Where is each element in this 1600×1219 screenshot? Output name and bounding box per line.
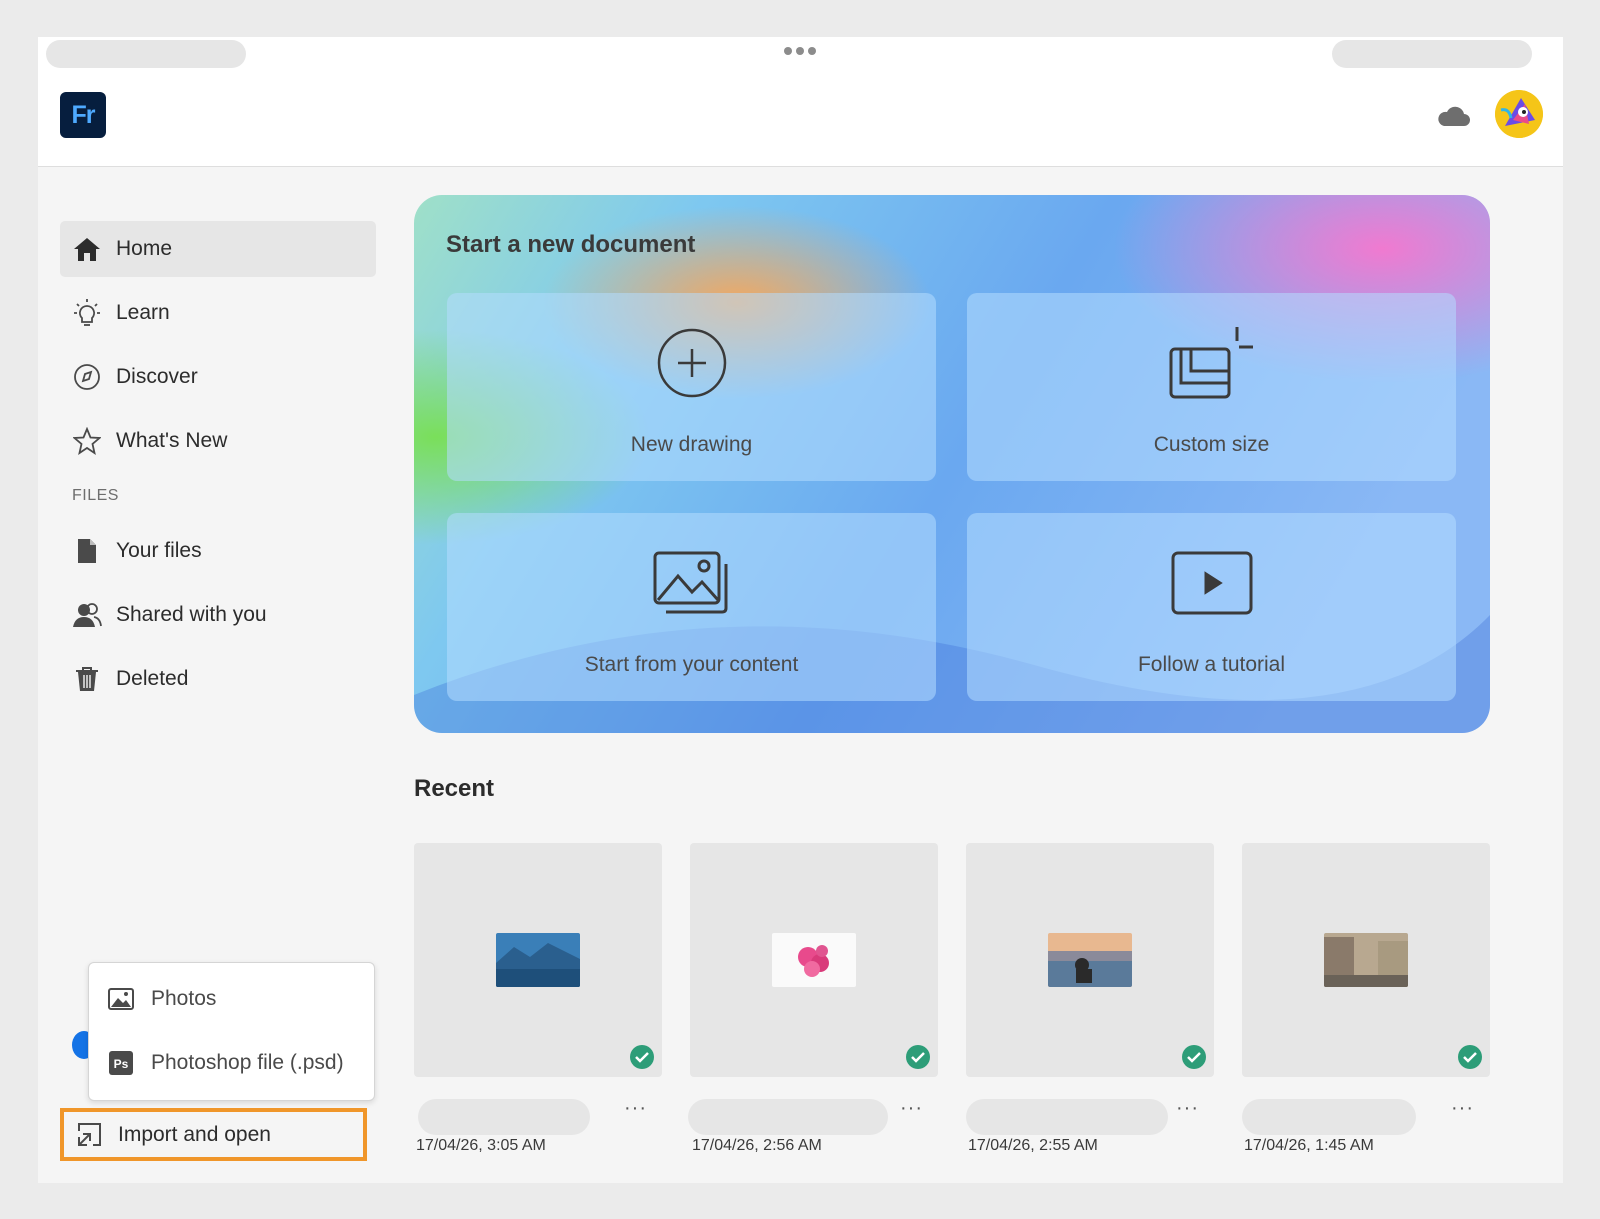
app-window: Fr Home Learn Discover What's New FILES … bbox=[38, 37, 1563, 1183]
start-new-document-panel: Start a new document New drawing Custom … bbox=[414, 195, 1490, 733]
image-stack-icon bbox=[647, 543, 737, 623]
import-and-open-button[interactable]: Import and open bbox=[60, 1108, 367, 1161]
menu-item-psd[interactable]: Ps Photoshop file (.psd) bbox=[107, 1049, 344, 1077]
menu-item-photos[interactable]: Photos bbox=[107, 985, 216, 1013]
compass-icon bbox=[72, 362, 102, 392]
file-name-placeholder bbox=[1242, 1099, 1416, 1135]
svg-text:Ps: Ps bbox=[114, 1057, 129, 1071]
status-pill-right bbox=[1332, 40, 1532, 68]
status-bar bbox=[38, 37, 1563, 73]
synced-check-icon bbox=[630, 1045, 654, 1069]
more-options-button[interactable]: ··· bbox=[1176, 1097, 1199, 1120]
users-icon bbox=[72, 600, 102, 630]
multitask-dots[interactable] bbox=[784, 47, 816, 55]
sidebar-item-your-files[interactable]: Your files bbox=[60, 523, 376, 579]
sidebar-item-label: Home bbox=[116, 237, 173, 260]
photoshop-icon: Ps bbox=[107, 1049, 135, 1077]
card-label: Start from your content bbox=[584, 653, 799, 676]
hero-title: Start a new document bbox=[446, 231, 696, 258]
status-pill-left bbox=[46, 40, 246, 68]
file-thumbnail bbox=[1048, 933, 1132, 987]
trash-icon bbox=[72, 664, 102, 694]
home-icon bbox=[72, 234, 102, 264]
recent-file-card[interactable] bbox=[1242, 843, 1490, 1077]
file-name-placeholder bbox=[418, 1099, 590, 1135]
sidebar-item-label: Learn bbox=[116, 301, 170, 324]
sidebar-item-label: Shared with you bbox=[116, 603, 267, 626]
synced-check-icon bbox=[1458, 1045, 1482, 1069]
sidebar-item-label: Your files bbox=[116, 539, 202, 562]
sidebar-item-shared[interactable]: Shared with you bbox=[60, 587, 376, 643]
import-label: Import and open bbox=[118, 1122, 271, 1146]
menu-item-label: Photos bbox=[151, 987, 217, 1010]
file-icon bbox=[72, 536, 102, 566]
sidebar-item-discover[interactable]: Discover bbox=[60, 349, 376, 405]
fresco-logo: Fr bbox=[60, 92, 106, 138]
file-date: 17/04/26, 3:05 AM bbox=[416, 1137, 546, 1154]
file-date: 17/04/26, 2:56 AM bbox=[692, 1137, 822, 1154]
custom-size-icon bbox=[1167, 323, 1257, 403]
more-options-button[interactable]: ··· bbox=[624, 1097, 647, 1120]
file-thumbnail bbox=[496, 933, 580, 987]
recent-title: Recent bbox=[414, 775, 495, 802]
sidebar-item-deleted[interactable]: Deleted bbox=[60, 651, 376, 707]
follow-tutorial-card[interactable]: Follow a tutorial bbox=[967, 513, 1456, 701]
synced-check-icon bbox=[906, 1045, 930, 1069]
avatar[interactable] bbox=[1495, 90, 1543, 138]
image-icon bbox=[107, 985, 135, 1013]
files-section-label: FILES bbox=[72, 487, 119, 504]
import-menu: Photos Ps Photoshop file (.psd) bbox=[88, 962, 375, 1101]
file-name-placeholder bbox=[688, 1099, 888, 1135]
menu-item-label: Photoshop file (.psd) bbox=[151, 1051, 344, 1074]
new-drawing-card[interactable]: New drawing bbox=[447, 293, 936, 481]
card-label: Follow a tutorial bbox=[1137, 653, 1286, 676]
sidebar-item-whats-new[interactable]: What's New bbox=[60, 413, 376, 469]
synced-check-icon bbox=[1182, 1045, 1206, 1069]
sidebar-item-label: Discover bbox=[116, 365, 198, 388]
file-thumbnail bbox=[1324, 933, 1408, 987]
app-header: Fr bbox=[38, 73, 1563, 167]
card-label: Custom size bbox=[1153, 433, 1270, 456]
lightbulb-icon bbox=[72, 298, 102, 328]
sidebar-item-learn[interactable]: Learn bbox=[60, 285, 376, 341]
play-icon bbox=[1167, 543, 1257, 623]
sidebar-item-label: Deleted bbox=[116, 667, 189, 690]
sidebar: Home Learn Discover What's New FILES You… bbox=[60, 221, 376, 715]
file-date: 17/04/26, 2:55 AM bbox=[968, 1137, 1098, 1154]
start-from-content-card[interactable]: Start from your content bbox=[447, 513, 936, 701]
sidebar-item-home[interactable]: Home bbox=[60, 221, 376, 277]
sidebar-item-label: What's New bbox=[116, 429, 228, 452]
star-icon bbox=[72, 426, 102, 456]
file-thumbnail bbox=[772, 933, 856, 987]
recent-file-card[interactable] bbox=[690, 843, 938, 1077]
import-icon bbox=[74, 1120, 104, 1150]
recent-file-card[interactable] bbox=[414, 843, 662, 1077]
file-name-placeholder bbox=[966, 1099, 1168, 1135]
card-label: New drawing bbox=[630, 433, 753, 456]
cloud-icon[interactable] bbox=[1435, 104, 1471, 128]
plus-circle-icon bbox=[647, 323, 737, 403]
more-options-button[interactable]: ··· bbox=[1451, 1097, 1474, 1120]
more-options-button[interactable]: ··· bbox=[900, 1097, 923, 1120]
custom-size-card[interactable]: Custom size bbox=[967, 293, 1456, 481]
recent-file-card[interactable] bbox=[966, 843, 1214, 1077]
file-date: 17/04/26, 1:45 AM bbox=[1244, 1137, 1374, 1154]
